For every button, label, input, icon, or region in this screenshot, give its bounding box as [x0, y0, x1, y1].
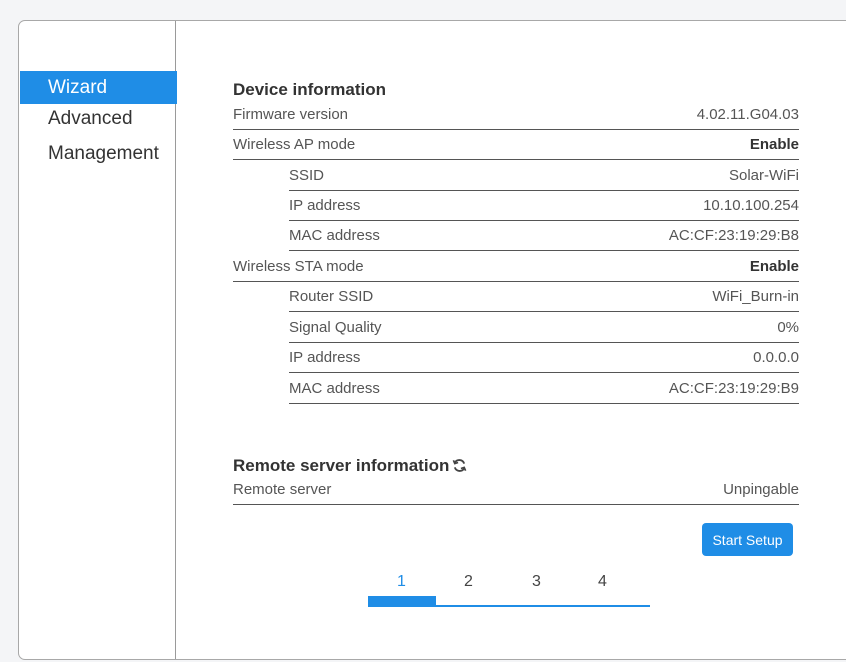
step-3[interactable]: 3	[532, 573, 541, 591]
step-2[interactable]: 2	[464, 573, 473, 591]
remote-server-row: Remote server Unpingable	[233, 475, 799, 505]
main-panel: Wizard Advanced Management Device inform…	[18, 20, 846, 660]
row-label: Wireless STA mode	[233, 258, 364, 275]
row-label: Wireless AP mode	[233, 136, 356, 153]
row-label: Remote server	[233, 481, 332, 498]
sidebar: Wizard Advanced Management	[19, 21, 177, 659]
row-label: IP address	[289, 197, 361, 214]
signal-quality-row: Signal Quality 0%	[289, 313, 799, 343]
row-value: AC:CF:23:19:29:B8	[668, 227, 799, 244]
row-label: IP address	[289, 349, 361, 366]
ap-ssid-row: SSID Solar-WiFi	[289, 161, 799, 191]
row-value: Unpingable	[723, 481, 799, 498]
row-value: Solar-WiFi	[729, 167, 799, 184]
ap-ip-address-row: IP address 10.10.100.254	[289, 191, 799, 221]
row-value: 10.10.100.254	[703, 197, 799, 214]
step-4[interactable]: 4	[598, 573, 607, 591]
row-value: 0%	[777, 319, 799, 336]
step-progress-indicator	[368, 596, 436, 606]
row-label: Firmware version	[233, 106, 349, 123]
router-ssid-row: Router SSID WiFi_Burn-in	[289, 282, 799, 312]
row-label: Router SSID	[289, 288, 374, 305]
firmware-version-row: Firmware version 4.02.11.G04.03	[233, 100, 799, 130]
row-value: 4.02.11.G04.03	[696, 106, 799, 123]
row-label: Signal Quality	[289, 319, 382, 336]
wireless-ap-mode-row: Wireless AP mode Enable	[233, 130, 799, 160]
sta-ip-address-row: IP address 0.0.0.0	[289, 343, 799, 373]
sidebar-item-management[interactable]: Management	[20, 137, 177, 170]
row-label: MAC address	[289, 380, 380, 397]
row-value: 0.0.0.0	[753, 349, 799, 366]
row-label: SSID	[289, 167, 325, 184]
step-1[interactable]: 1	[397, 573, 406, 591]
sidebar-item-advanced[interactable]: Advanced	[20, 102, 177, 135]
wireless-sta-mode-row: Wireless STA mode Enable	[233, 252, 799, 282]
content-area: Device information Firmware version 4.02…	[233, 21, 799, 659]
row-value: Enable	[749, 136, 799, 153]
remote-server-title-text: Remote server information	[233, 456, 450, 475]
sta-mac-address-row: MAC address AC:CF:23:19:29:B9	[289, 374, 799, 404]
start-setup-button[interactable]: Start Setup	[702, 523, 793, 556]
sidebar-item-wizard[interactable]: Wizard	[20, 71, 177, 104]
ap-mac-address-row: MAC address AC:CF:23:19:29:B8	[289, 221, 799, 251]
device-info-title: Device information	[233, 80, 387, 99]
row-value: AC:CF:23:19:29:B9	[668, 380, 799, 397]
row-value: WiFi_Burn-in	[712, 288, 799, 305]
row-value: Enable	[749, 258, 799, 275]
row-label: MAC address	[289, 227, 380, 244]
